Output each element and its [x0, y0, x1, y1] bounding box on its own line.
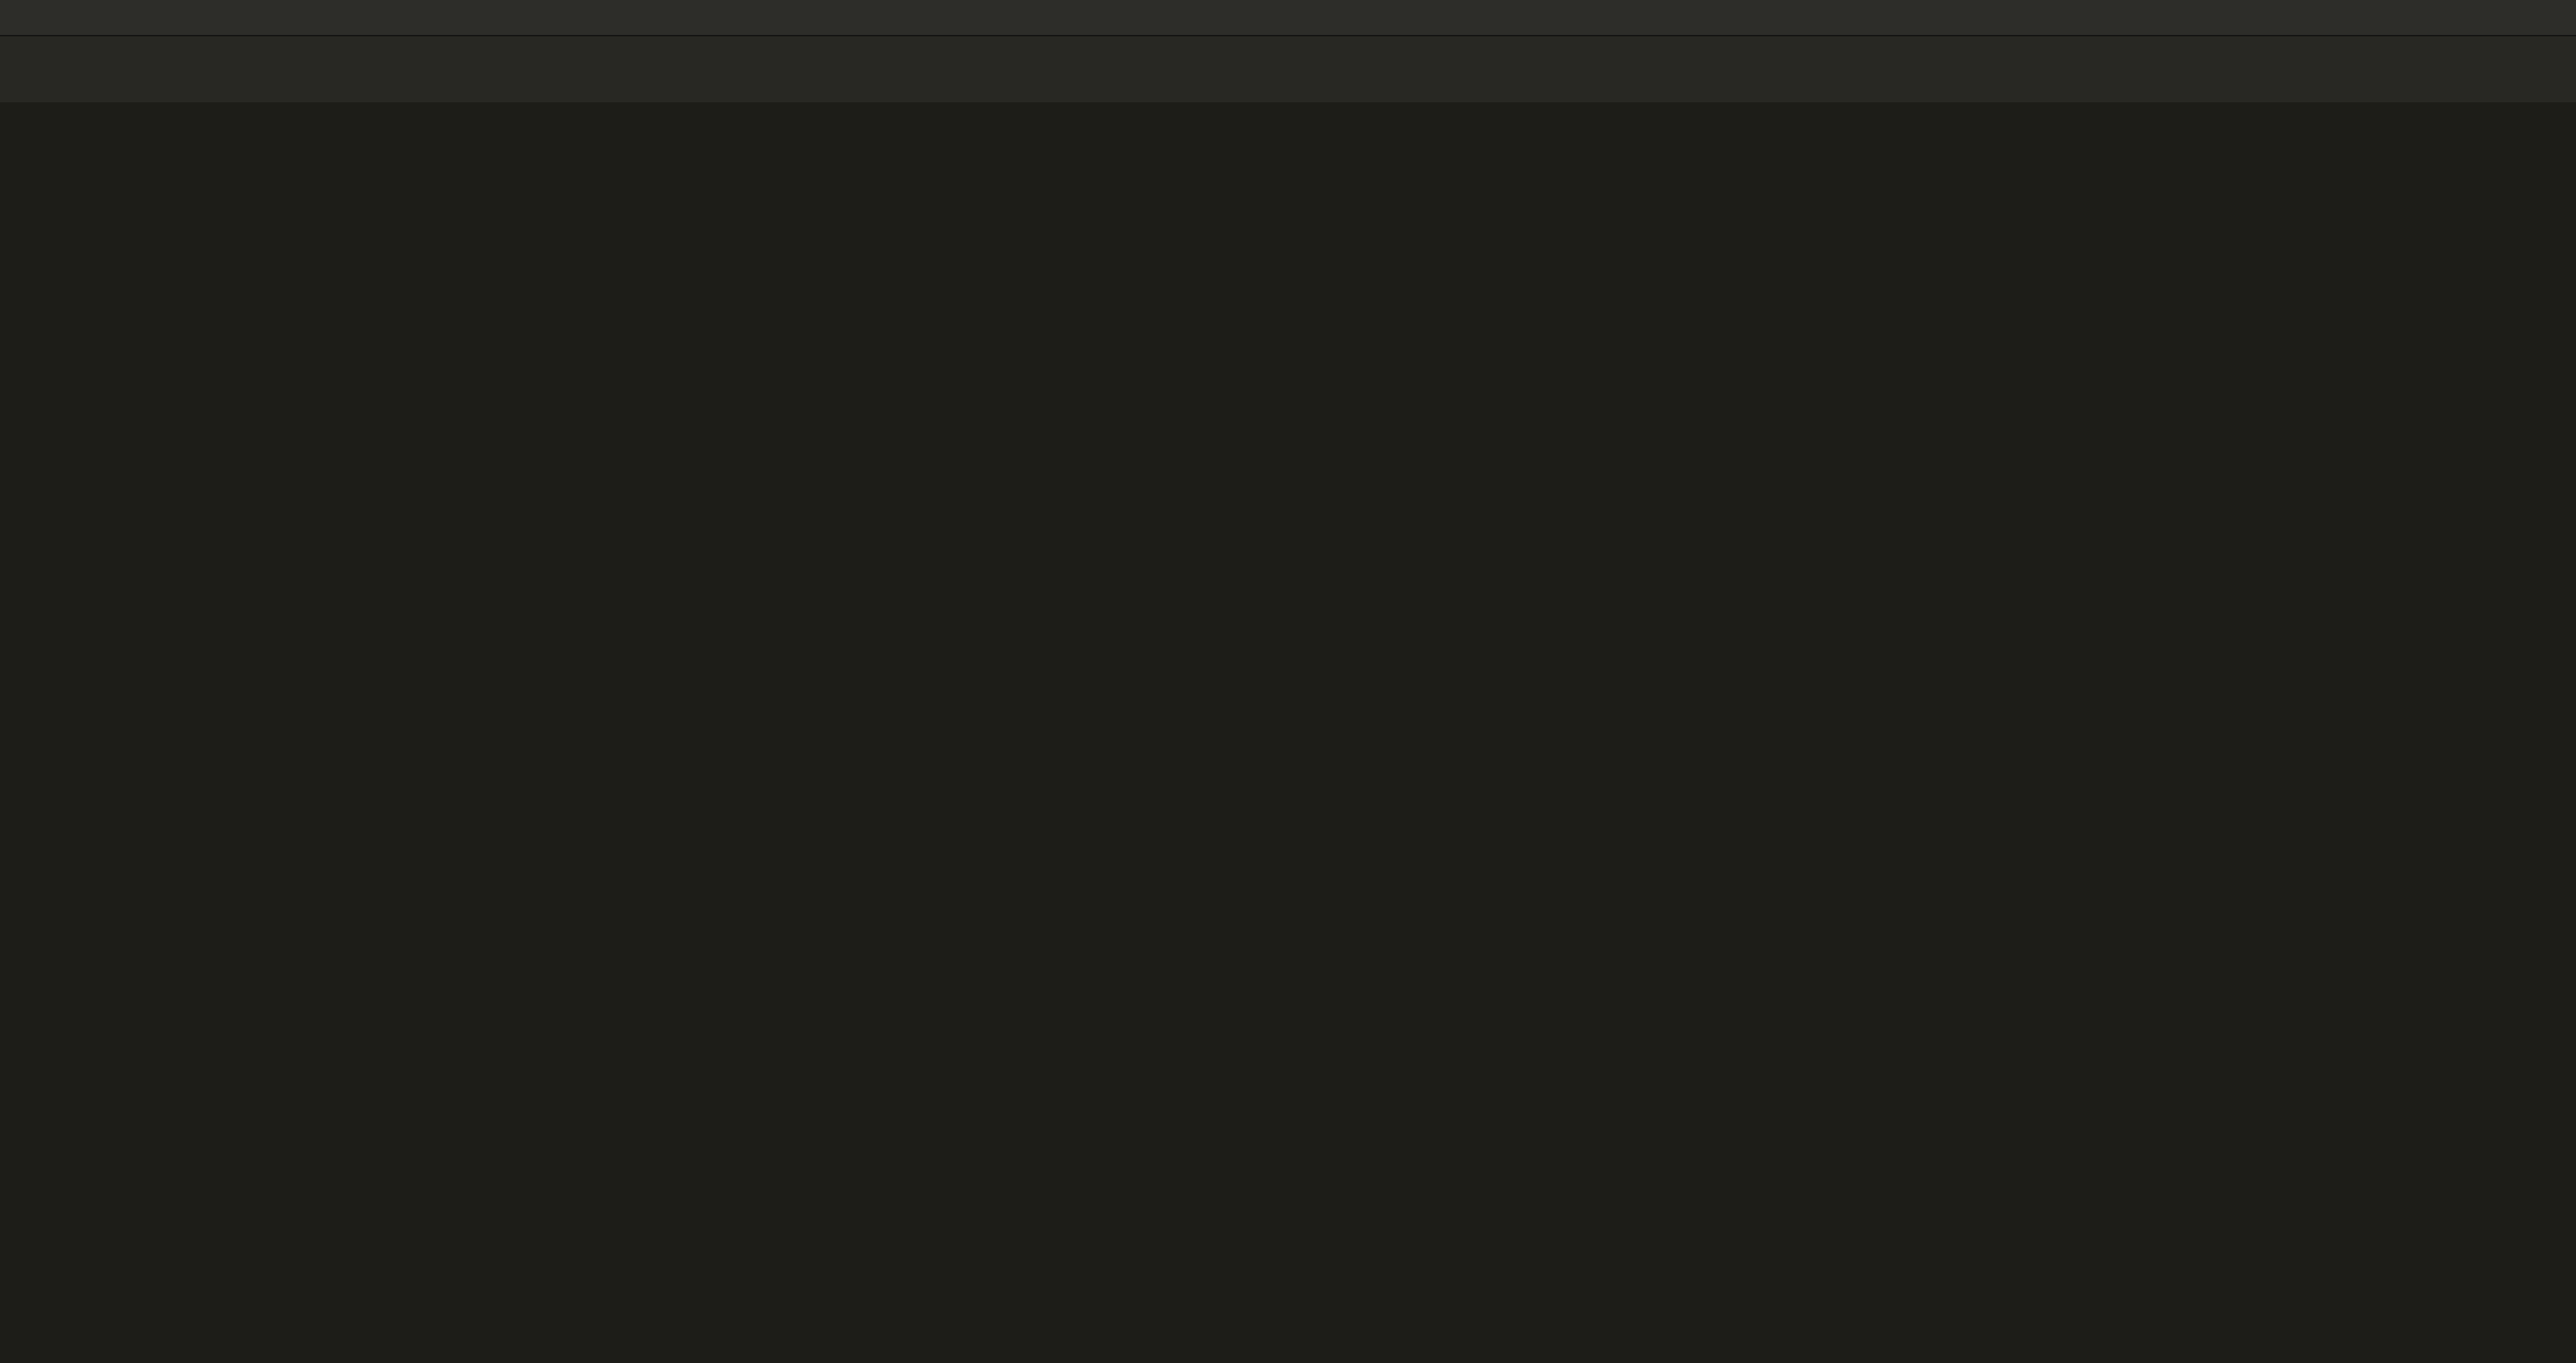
main-toolbar	[0, 0, 2576, 36]
frame-overview-strip[interactable]	[0, 37, 2576, 102]
timeline-view[interactable]	[0, 102, 2576, 1363]
